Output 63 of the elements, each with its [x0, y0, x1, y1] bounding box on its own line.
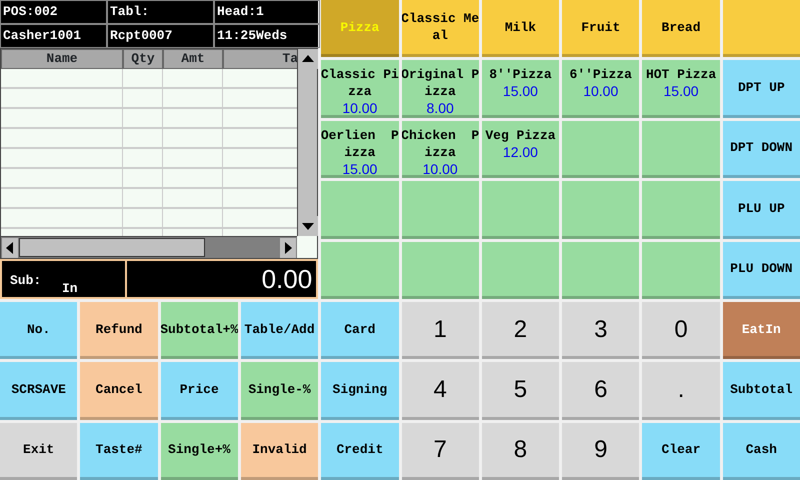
keypad-key[interactable]: 0	[642, 302, 720, 360]
menu-item[interactable]: 8''Pizza 15.00	[482, 60, 560, 118]
info-label: Rcpt0007	[107, 24, 214, 48]
info-label: Head:1	[214, 0, 320, 24]
nav-key[interactable]: DPT DOWN	[722, 120, 800, 178]
keypad-key[interactable]: 2	[482, 302, 560, 360]
info-label: 11:25Weds	[214, 24, 320, 48]
department-tab[interactable]: Milk	[482, 0, 560, 58]
function-key[interactable]: Table/Add	[240, 302, 318, 360]
function-key[interactable]: SCRSAVE	[0, 362, 78, 420]
function-key[interactable]: Exit	[0, 422, 78, 480]
function-key[interactable]: Single-%	[240, 362, 318, 420]
horizontal-scrollbar[interactable]	[1, 236, 298, 258]
scroll-left-icon[interactable]	[2, 238, 18, 258]
subtotal-label: Sub:	[10, 272, 42, 290]
column-header: Amt	[163, 49, 223, 69]
department-tab[interactable]: Fruit	[562, 0, 640, 58]
function-key[interactable]: Cancel	[80, 362, 158, 420]
function-key[interactable]: Refund	[80, 302, 158, 360]
column-header: Ta	[223, 49, 299, 69]
function-key[interactable]: Taste#	[80, 422, 158, 480]
keypad-key[interactable]: 6	[562, 362, 640, 420]
keypad-key[interactable]: 8	[482, 422, 560, 480]
function-key[interactable]: Single+%	[160, 422, 238, 480]
keypad-key[interactable]: 1	[402, 302, 479, 360]
function-key[interactable]: Subtotal+%	[160, 302, 238, 360]
function-key[interactable]: Signing	[321, 362, 398, 420]
nav-key[interactable]: DPT UP	[722, 60, 800, 118]
menu-item[interactable]: Classic Pizza 10.00	[321, 60, 398, 118]
menu-item[interactable]: 6''Pizza 10.00	[562, 60, 640, 118]
function-key[interactable]: Price	[160, 362, 238, 420]
function-key[interactable]: Subtotal	[722, 362, 800, 420]
info-label: POS:002	[0, 0, 107, 24]
function-key[interactable]: Credit	[321, 422, 398, 480]
menu-item[interactable]: Veg Pizza 12.00	[482, 120, 560, 178]
keypad-key[interactable]: 9	[562, 422, 640, 480]
nav-key[interactable]: PLU UP	[722, 181, 800, 238]
vertical-scrollbar[interactable]	[297, 49, 318, 236]
info-label: Casher1001	[0, 24, 107, 48]
nav-key[interactable]: PLU DOWN	[722, 242, 800, 299]
scroll-right-icon[interactable]	[280, 238, 296, 258]
order-mode: In	[62, 280, 78, 298]
function-key[interactable]: Invalid	[240, 422, 318, 480]
column-header: Qty	[123, 49, 163, 69]
keypad-key[interactable]: 7	[402, 422, 479, 480]
department-tab[interactable]: Bread	[642, 0, 720, 58]
keypad-key[interactable]: .	[642, 362, 720, 420]
function-key[interactable]: Clear	[642, 422, 720, 480]
info-label: Tabl:	[107, 0, 214, 24]
function-key[interactable]: Card	[321, 302, 398, 360]
column-header: Name	[1, 49, 123, 69]
scroll-thumb[interactable]	[19, 238, 205, 257]
function-key[interactable]: Cash	[722, 422, 800, 480]
keypad-key[interactable]: 4	[402, 362, 479, 420]
menu-item[interactable]: Chicken Pizza 10.00	[402, 120, 479, 178]
menu-item[interactable]: Original Pizza 8.00	[402, 60, 479, 118]
menu-item[interactable]: HOT Pizza 15.00	[642, 60, 720, 118]
department-tab[interactable]: Classic Meal	[402, 0, 479, 58]
total-amount: 0.00	[127, 260, 316, 297]
function-key[interactable]: No.	[0, 302, 78, 360]
keypad-key[interactable]: 5	[482, 362, 560, 420]
keypad-key[interactable]: 3	[562, 302, 640, 360]
menu-item[interactable]: Oerlien Pizza 15.00	[321, 120, 398, 178]
